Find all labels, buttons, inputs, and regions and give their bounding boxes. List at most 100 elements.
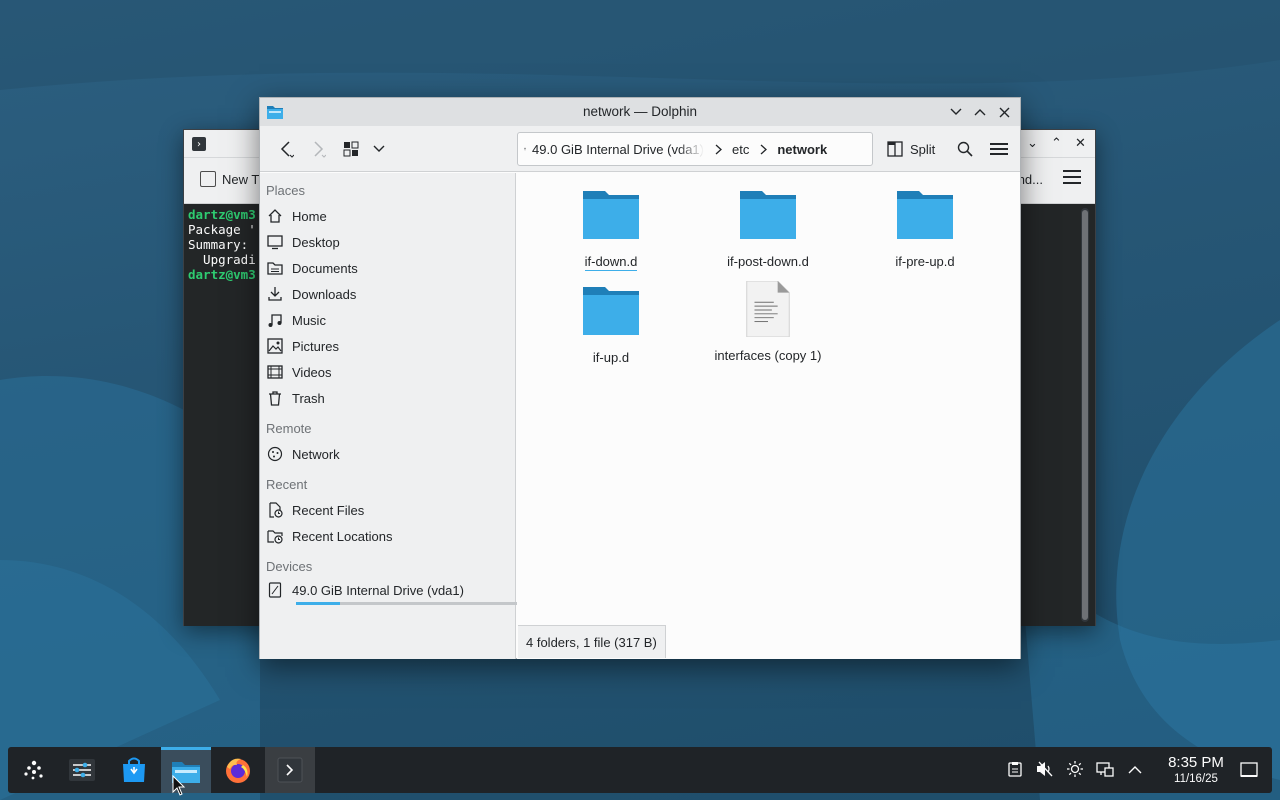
dolphin-icon[interactable]	[161, 747, 211, 793]
system-settings-icon[interactable]	[58, 747, 106, 793]
sidebar-item-label: Recent Locations	[292, 528, 393, 544]
sidebar-item-music[interactable]: Music	[266, 308, 512, 332]
maximize-icon[interactable]: ⌃	[1051, 136, 1062, 151]
sidebar-item-label: Documents	[292, 260, 358, 276]
sidebar-item-pictures[interactable]: Pictures	[266, 334, 512, 358]
status-text: 4 folders, 1 file (317 B)	[526, 634, 657, 650]
folder-item[interactable]: if-post-down.d	[698, 187, 838, 269]
mouse-cursor-icon	[172, 775, 186, 796]
firefox-icon[interactable]	[214, 747, 262, 793]
folder-item[interactable]: if-down.d	[541, 187, 681, 271]
devices-header: Devices	[266, 559, 313, 574]
hamburger-menu-icon[interactable]	[985, 135, 1013, 163]
remote-header: Remote	[266, 421, 312, 436]
konsole-toolbar-text[interactable]: nd...	[1018, 172, 1043, 187]
folder-icon	[583, 287, 639, 335]
search-icon[interactable]	[951, 135, 979, 163]
places-panel: Places Home Desktop Documents Downloads …	[260, 173, 518, 659]
taskbar-panel: 8:35 PM 11/16/25	[8, 747, 1272, 793]
chevron-up-icon[interactable]	[1126, 760, 1144, 778]
sidebar-item-documents[interactable]: Documents	[266, 256, 512, 280]
minimize-icon[interactable]	[946, 102, 966, 122]
trash-icon	[266, 389, 284, 407]
sidebar-item-videos[interactable]: Videos	[266, 360, 512, 384]
recent-locations-icon	[266, 527, 284, 545]
close-icon[interactable]	[994, 102, 1014, 122]
split-label: Split	[910, 141, 936, 157]
view-mode-dropdown-chevron-icon[interactable]	[365, 135, 393, 163]
system-tray	[1006, 760, 1144, 778]
text-file-icon	[746, 280, 790, 338]
split-button[interactable]: Split	[887, 135, 935, 163]
clock-date: 11/16/25	[1174, 773, 1218, 785]
file-item[interactable]: interfaces (copy 1)	[698, 280, 838, 363]
sidebar-item-network[interactable]: Network	[266, 442, 512, 466]
breadcrumb-item-etc[interactable]: etc	[732, 142, 749, 157]
new-tab-icon	[200, 171, 216, 187]
new-tab-button[interactable]: New T	[200, 171, 259, 187]
volume-muted-icon[interactable]	[1036, 760, 1054, 778]
recent-files-icon	[266, 501, 284, 519]
clipboard-icon[interactable]	[1006, 760, 1024, 778]
digital-clock[interactable]: 8:35 PM 11/16/25	[1160, 754, 1232, 786]
sidebar-item-label: Network	[292, 446, 340, 462]
drive-icon	[524, 147, 526, 151]
brightness-icon[interactable]	[1066, 760, 1084, 778]
drive-usage-fill	[296, 602, 341, 605]
sidebar-item-label: Downloads	[292, 286, 357, 302]
breadcrumb-current[interactable]: network	[777, 142, 827, 157]
sidebar-item-trash[interactable]: Trash	[266, 386, 512, 410]
minimize-icon[interactable]: ⌄	[1027, 136, 1038, 151]
folder-icon	[583, 191, 639, 239]
forward-arrow-icon[interactable]	[304, 135, 332, 163]
icons-view-icon[interactable]	[337, 135, 365, 163]
folder-icon	[740, 191, 796, 239]
sidebar-item-downloads[interactable]: Downloads	[266, 282, 512, 306]
clock-time: 8:35 PM	[1168, 754, 1224, 771]
sidebar-item-internal-drive[interactable]: 49.0 GiB Internal Drive (vda1)	[266, 578, 518, 605]
documents-icon	[266, 259, 284, 277]
hamburger-menu-icon[interactable]	[1063, 170, 1081, 186]
terminal-scrollbar[interactable]	[1081, 208, 1089, 622]
window-title: network — Dolphin	[582, 104, 698, 119]
show-desktop-icon[interactable]	[1240, 761, 1258, 779]
back-arrow-icon[interactable]	[272, 135, 300, 163]
breadcrumb-drive[interactable]: 49.0 GiB Internal Drive (vda1)	[518, 141, 704, 157]
videos-icon	[266, 363, 284, 381]
scrollbar-thumb[interactable]	[1082, 210, 1088, 620]
location-breadcrumb[interactable]: 49.0 GiB Internal Drive (vda1) etc netwo…	[517, 132, 873, 166]
network-icon	[266, 445, 284, 463]
recent-header: Recent	[266, 477, 308, 492]
folder-item[interactable]: if-pre-up.d	[855, 187, 995, 269]
network-wired-icon[interactable]	[1096, 760, 1114, 778]
music-icon	[266, 311, 284, 329]
breadcrumb-drive-label: 49.0 GiB Internal Drive (vda1)	[532, 141, 704, 157]
dolphin-titlebar[interactable]: network — Dolphin	[260, 98, 1020, 126]
dolphin-window[interactable]: network — Dolphin 49.0 GiB Internal Driv…	[259, 97, 1021, 659]
app-launcher-icon[interactable]	[10, 747, 58, 793]
maximize-icon[interactable]	[970, 102, 990, 122]
chevron-right-icon[interactable]	[749, 144, 777, 155]
sidebar-item-label: 49.0 GiB Internal Drive (vda1)	[292, 582, 464, 598]
file-view[interactable]: if-down.d if-post-down.d if-pre-up.d if-…	[517, 173, 1020, 659]
drive-usage-bar	[296, 602, 518, 605]
discover-icon[interactable]	[110, 747, 158, 793]
file-name: if-pre-up.d	[895, 254, 955, 269]
dolphin-toolbar: 49.0 GiB Internal Drive (vda1) etc netwo…	[260, 126, 1020, 172]
sidebar-item-home[interactable]: Home	[266, 204, 512, 228]
file-name: if-down.d	[584, 254, 638, 271]
status-bar: 4 folders, 1 file (317 B)	[518, 625, 666, 658]
sidebar-item-label: Recent Files	[292, 502, 365, 518]
close-icon[interactable]: ✕	[1075, 136, 1086, 151]
folder-item[interactable]: if-up.d	[541, 283, 681, 365]
chevron-right-icon[interactable]	[704, 144, 732, 155]
split-view-icon	[887, 141, 903, 157]
sidebar-item-recent-locations[interactable]: Recent Locations	[266, 524, 512, 548]
konsole-icon[interactable]	[265, 747, 315, 793]
drive-icon	[266, 581, 284, 599]
sidebar-item-recent-files[interactable]: Recent Files	[266, 498, 512, 522]
sidebar-item-label: Videos	[292, 364, 332, 380]
pictures-icon	[266, 337, 284, 355]
sidebar-item-desktop[interactable]: Desktop	[266, 230, 512, 254]
sidebar-item-label: Pictures	[292, 338, 339, 354]
